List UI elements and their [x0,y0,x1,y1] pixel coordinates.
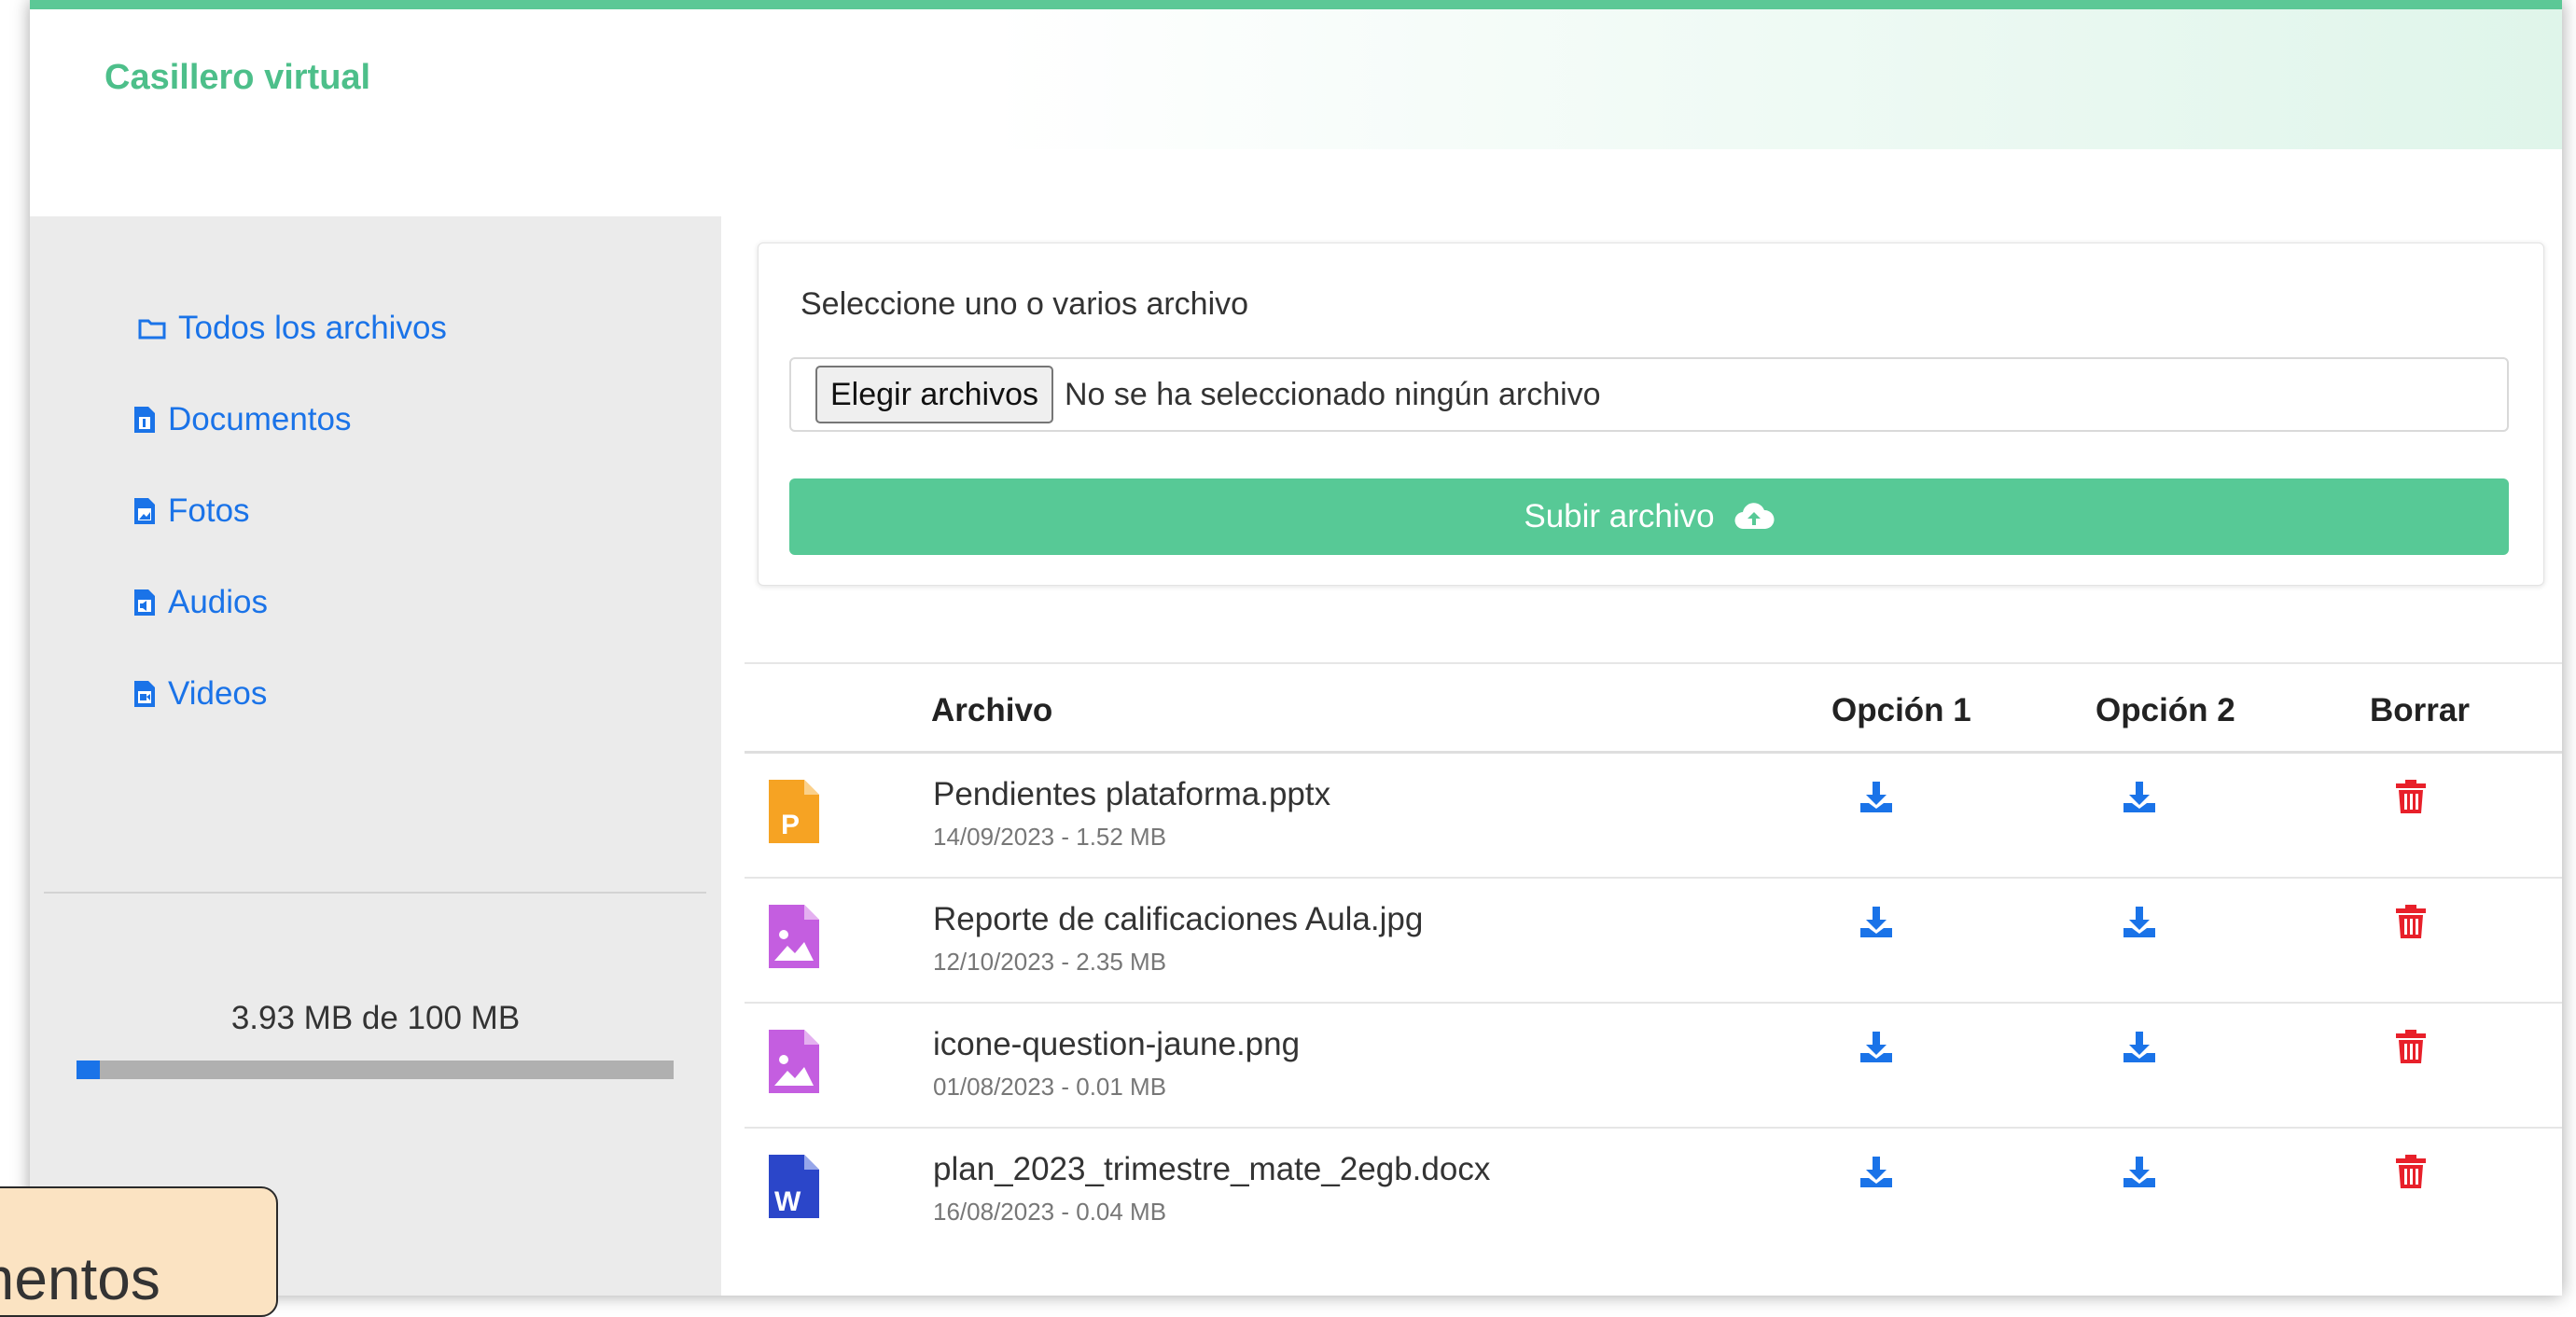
video-file-icon [134,681,155,707]
floating-label-text: mentos [0,1245,160,1312]
table-row: W plan_2023_trimestre_mate_2egb.docx 16/… [745,1129,2562,1254]
sidebar-item-label: Videos [168,675,268,712]
sidebar-item-label: Documentos [168,401,352,437]
storage-progress-fill [77,1061,101,1079]
table-header: Archivo Opción 1 Opción 2 Borrar [745,662,2562,754]
column-header-file: Archivo [931,692,1053,728]
file-meta: 16/08/2023 - 0.04 MB [933,1198,1167,1226]
sidebar-item-audios[interactable]: Audios [132,584,268,621]
file-input-status: No se ha seleccionado ningún archivo [1064,376,1601,412]
upload-label: Seleccione uno o varios archivo [801,286,1249,322]
choose-files-button[interactable]: Elegir archivos [815,366,1053,423]
app-title: Casillero virtual [104,58,371,97]
download-icon[interactable] [1858,903,1895,940]
document-icon [134,407,155,433]
download-icon[interactable] [2121,903,2158,940]
file-input[interactable]: Elegir archivos No se ha seleccionado ni… [789,357,2509,432]
trash-icon[interactable] [2392,903,2430,940]
folder-icon [138,319,166,340]
download-icon[interactable] [1858,778,1895,815]
sidebar-item-label: Audios [168,584,269,620]
file-name[interactable]: Pendientes plataforma.pptx [933,776,1330,813]
sidebar-item-all-files[interactable]: Todos los archivos [137,310,447,347]
image-file-icon [134,498,155,524]
docx-file-icon: W [769,1155,819,1218]
file-name[interactable]: Reporte de calificaciones Aula.jpg [933,901,1423,938]
upload-button-label: Subir archivo [1524,498,1715,534]
file-meta: 01/08/2023 - 0.01 MB [933,1073,1167,1101]
download-icon[interactable] [2121,778,2158,815]
trash-icon[interactable] [2392,778,2430,815]
sidebar-item-label: Todos los archivos [178,310,447,346]
sidebar-item-videos[interactable]: Videos [132,675,267,713]
app-window: Casillero virtual Todos los archivos Doc… [30,0,2562,1296]
sidebar-item-photos[interactable]: Fotos [132,492,250,530]
table-row: icone-question-jaune.png 01/08/2023 - 0.… [745,1004,2562,1129]
sidebar-item-label: Fotos [168,492,250,529]
download-icon[interactable] [1858,1153,1895,1190]
sidebar-item-documents[interactable]: Documentos [132,401,351,438]
column-header-delete: Borrar [2370,692,2470,728]
file-name[interactable]: plan_2023_trimestre_mate_2egb.docx [933,1151,1490,1188]
header: Casillero virtual [30,9,2562,149]
storage-usage-text: 3.93 MB de 100 MB [230,1000,521,1036]
pptx-file-icon: P [769,780,819,843]
sidebar: Todos los archivos Documentos Fotos Audi… [30,216,721,1296]
file-meta: 14/09/2023 - 1.52 MB [933,823,1167,851]
column-header-option2: Opción 2 [2096,692,2235,728]
file-meta: 12/10/2023 - 2.35 MB [933,948,1167,976]
storage-progress-bar [77,1061,674,1079]
image-file-icon [769,1030,819,1093]
sidebar-divider [44,892,706,894]
image-file-icon [769,905,819,968]
svg-text:W: W [774,1186,801,1217]
download-icon[interactable] [2121,1028,2158,1065]
floating-label: mentos [0,1186,278,1317]
column-header-option1: Opción 1 [1831,692,1971,728]
cloud-upload-icon [1734,503,1775,530]
upload-file-button[interactable]: Subir archivo [789,478,2509,555]
file-name[interactable]: icone-question-jaune.png [933,1026,1300,1063]
table-row: Reporte de calificaciones Aula.jpg 12/10… [745,879,2562,1004]
trash-icon[interactable] [2392,1153,2430,1190]
upload-card: Seleccione uno o varios archivo Elegir a… [758,243,2544,586]
table-row: P Pendientes plataforma.pptx 14/09/2023 … [745,754,2562,879]
download-icon[interactable] [1858,1028,1895,1065]
trash-icon[interactable] [2392,1028,2430,1065]
audio-file-icon [134,589,155,616]
svg-text:P: P [781,810,800,840]
download-icon[interactable] [2121,1153,2158,1190]
